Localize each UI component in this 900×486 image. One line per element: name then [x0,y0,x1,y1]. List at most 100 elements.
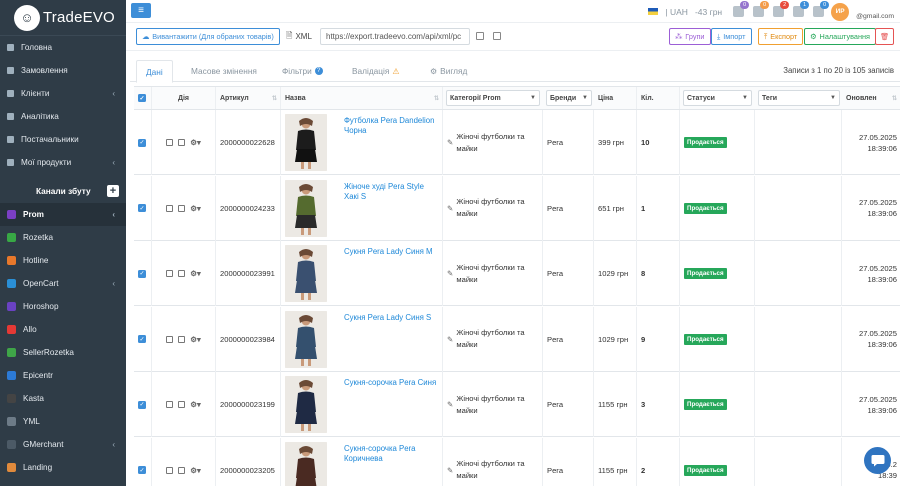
notification-icon-1[interactable]: 0 [753,1,770,17]
gear-dropdown-icon[interactable]: ⚙▾ [190,204,201,213]
export-selected-button[interactable]: ☁ Вивантажити (Для обраних товарів) [136,28,280,45]
edit-icon[interactable] [166,335,174,343]
tab-view[interactable]: ⚙ Вигляд [430,60,467,82]
product-name-link[interactable]: Жіноче худі Pera Style Хакі S [344,182,440,202]
currency-label[interactable]: | UAH [665,7,688,17]
sidebar-item-4[interactable]: Постачальники [0,128,126,151]
row-checkbox[interactable]: ✓ [138,204,146,212]
tags-filter-select[interactable]: Теги ▼ [758,90,840,106]
status-filter-select[interactable]: Статуси ▼ [683,90,752,106]
status-badge[interactable]: Продається [684,464,727,476]
status-badge[interactable]: Продається [684,202,727,214]
gear-dropdown-icon[interactable]: ⚙▾ [190,335,201,344]
channel-item-7[interactable]: Epicentr [0,364,126,387]
pencil-icon[interactable]: ✎ [447,335,453,344]
tab-mass-edit[interactable]: Масове змінення [191,60,257,82]
notification-icon-2[interactable]: 2 [773,1,790,17]
trash-icon[interactable] [178,204,186,212]
edit-icon[interactable] [166,139,174,146]
sidebar-item-0[interactable]: Головна [0,36,126,59]
export-button[interactable]: ⤒ Експорт [758,28,804,45]
tab-data[interactable]: Дані [136,60,173,83]
notification-icon-3[interactable]: 1 [793,1,810,17]
product-thumbnail[interactable] [285,310,327,368]
copy-url-icon[interactable] [493,32,501,40]
channel-item-10[interactable]: GMerchant ‹ [0,433,126,456]
product-thumbnail[interactable] [285,179,327,237]
channel-item-11[interactable]: Landing [0,456,126,479]
trash-icon[interactable] [178,466,186,474]
sidebar-item-2[interactable]: Клієнти ‹ [0,82,126,105]
sidebar-item-3[interactable]: Аналітика [0,105,126,128]
chat-button[interactable] [864,447,891,474]
gear-dropdown-icon[interactable]: ⚙▾ [190,400,201,409]
gear-dropdown-icon[interactable]: ⚙▾ [190,466,201,475]
menu-toggle-button[interactable]: ≡ [131,3,151,18]
product-thumbnail[interactable] [285,376,327,433]
channel-item-8[interactable]: Kasta [0,387,126,410]
sidebar-item-1[interactable]: Замовлення [0,59,126,82]
channel-item-9[interactable]: YML [0,410,126,433]
pencil-icon[interactable]: ✎ [447,204,453,213]
row-checkbox[interactable]: ✓ [138,400,146,409]
sidebar-item-5[interactable]: Мої продукти ‹ [0,151,126,174]
xml-url-field[interactable]: https://export.tradeevo.com/api/xml/pc [320,28,470,45]
product-name-link[interactable]: Сукня-сорочка Pera Коричнева [344,444,440,464]
pencil-icon[interactable]: ✎ [447,138,453,147]
row-checkbox[interactable]: ✓ [138,335,146,343]
edit-icon[interactable] [166,466,174,474]
trash-icon[interactable] [178,139,186,146]
trash-icon[interactable] [178,335,186,343]
tab-filters[interactable]: Фільтри? [282,60,323,82]
product-thumbnail[interactable] [285,114,327,171]
tab-validation[interactable]: Валідація ⚠ [352,60,400,82]
channel-item-3[interactable]: OpenCart ‹ [0,272,126,295]
row-checkbox[interactable]: ✓ [138,269,146,278]
settings-button[interactable]: ⚙ Налаштування [804,28,876,45]
product-thumbnail[interactable] [285,245,327,302]
edit-icon[interactable] [166,401,174,408]
logo[interactable]: ☺ TradeEVO [0,0,126,36]
row-checkbox[interactable]: ✓ [138,138,146,147]
edit-icon[interactable] [166,204,174,212]
edit-icon[interactable] [166,270,174,277]
col-price[interactable]: Ціна [594,87,637,109]
user-email[interactable]: @gmail.com [856,13,894,20]
brand-filter-select[interactable]: Бренди ▼ [546,90,592,106]
select-all-checkbox[interactable]: ✓ [138,94,146,102]
channel-item-0[interactable]: Prom ‹ [0,203,126,226]
trash-icon[interactable] [178,270,186,277]
channel-item-1[interactable]: Rozetka [0,226,126,249]
notification-icon-0[interactable]: 0 [733,1,750,17]
category-filter-select[interactable]: Категорії Prom ▼ [446,90,540,106]
channel-item-5[interactable]: Allo [0,318,126,341]
product-name-link[interactable]: Футболка Pera Dandelion Чорна [344,116,440,136]
status-badge[interactable]: Продається [684,333,727,345]
pencil-icon[interactable]: ✎ [447,400,453,409]
notification-icon-4[interactable]: 0 [813,1,830,17]
col-qty[interactable]: Кіл. [637,87,680,109]
delete-button[interactable]: 🗑 [875,28,895,45]
groups-button[interactable]: ⁂ Групи [669,28,711,45]
col-updated[interactable]: Оновлен ⇅ [842,87,900,109]
avatar[interactable]: ИР [831,2,850,21]
status-badge[interactable]: Продається [684,268,727,279]
channel-item-2[interactable]: Hotline [0,249,126,272]
product-name-link[interactable]: Сукня-сорочка Pera Синя [344,378,440,388]
import-button[interactable]: ⤓ Імпорт [711,28,752,45]
pencil-icon[interactable]: ✎ [447,269,453,278]
col-sku[interactable]: Артикул ⇅ [216,87,281,109]
row-checkbox[interactable]: ✓ [138,466,146,474]
product-name-link[interactable]: Сукня Pera Lady Синя M [344,247,440,257]
col-name[interactable]: Назва ⇅ [281,87,443,109]
status-badge[interactable]: Продається [684,399,727,410]
pencil-icon[interactable]: ✎ [447,466,453,475]
edit-url-icon[interactable] [476,32,484,40]
channel-item-6[interactable]: SellerRozetka [0,341,126,364]
gear-dropdown-icon[interactable]: ⚙▾ [190,138,201,147]
gear-dropdown-icon[interactable]: ⚙▾ [190,269,201,278]
product-thumbnail[interactable] [285,441,327,486]
status-badge[interactable]: Продається [684,137,727,148]
product-name-link[interactable]: Сукня Pera Lady Синя S [344,313,440,323]
trash-icon[interactable] [178,401,186,408]
